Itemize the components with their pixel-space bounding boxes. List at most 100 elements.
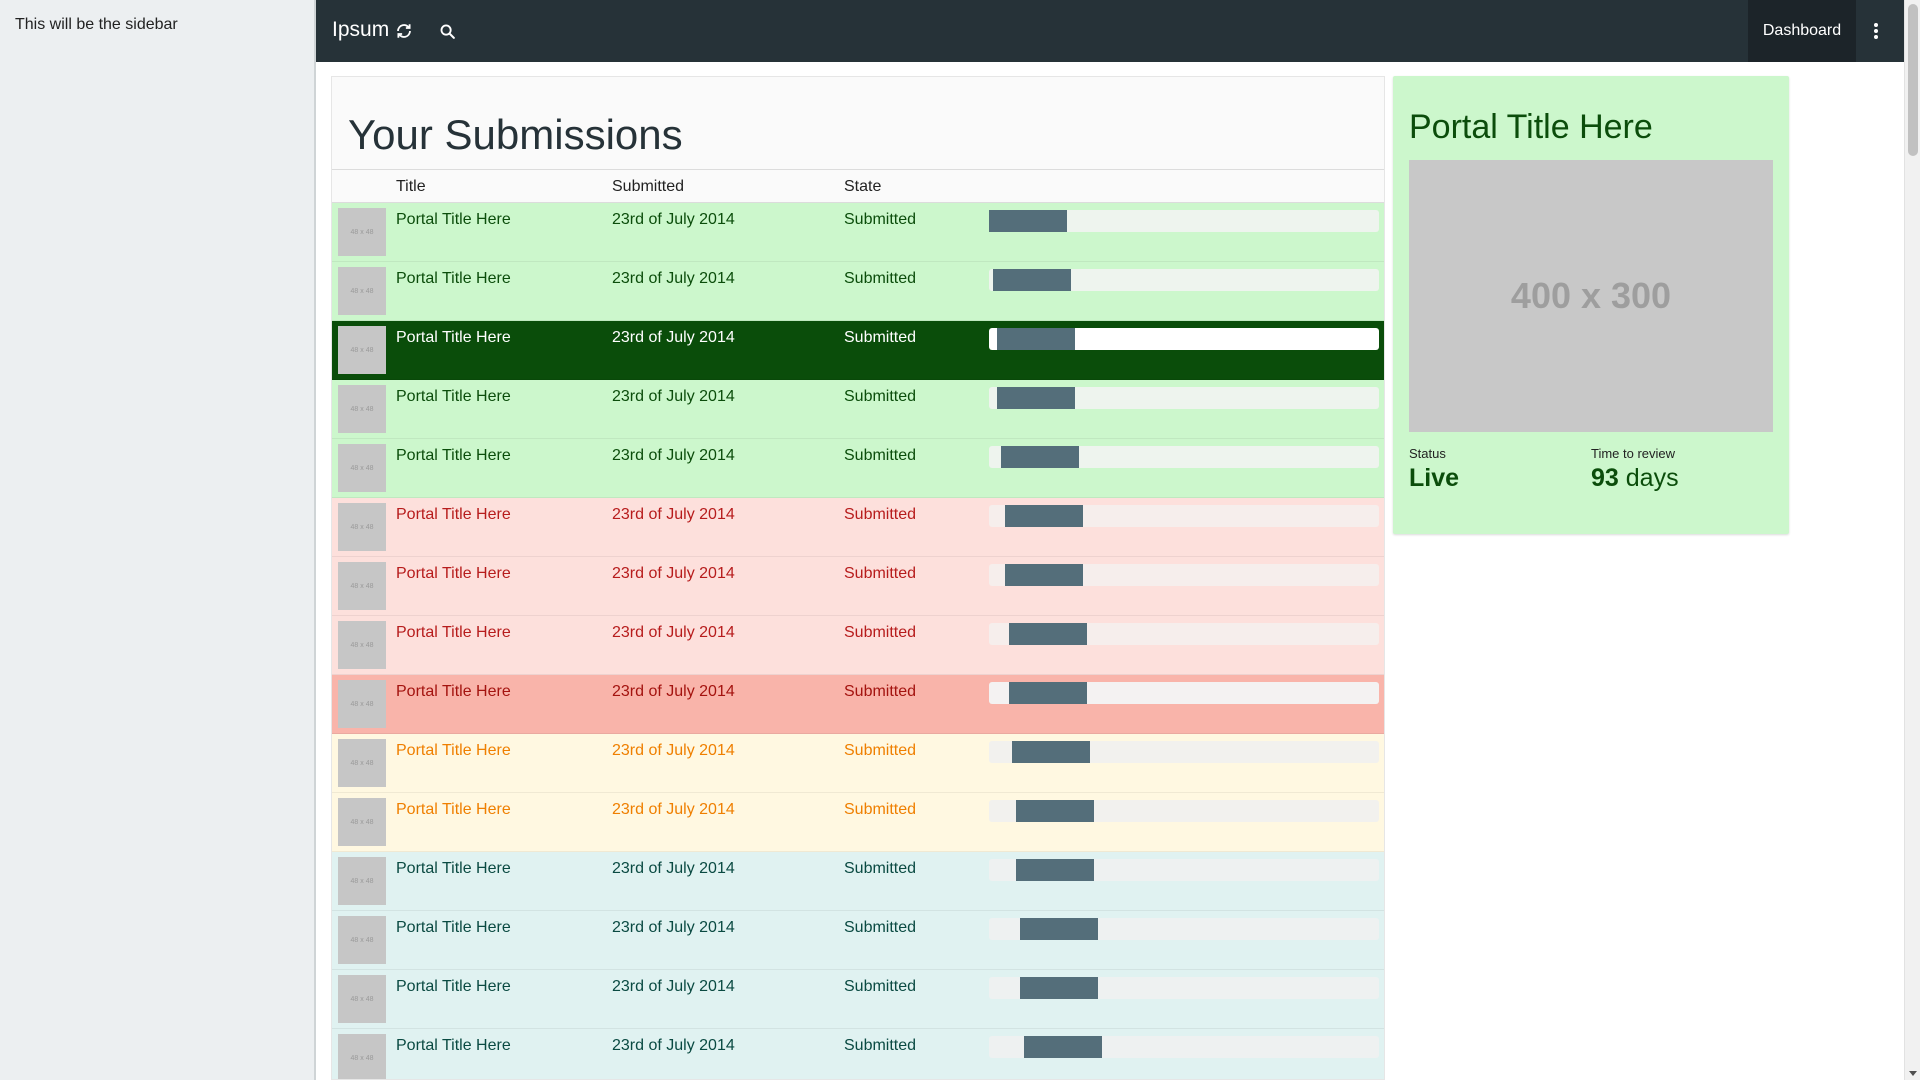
progress-bar-fill xyxy=(1012,741,1090,763)
search-icon[interactable] xyxy=(436,20,458,42)
progress-bar-fill xyxy=(997,387,1075,409)
row-state: Submitted xyxy=(844,270,917,287)
column-header-submitted[interactable]: Submitted xyxy=(612,178,684,196)
row-thumbnail: 48 x 48 xyxy=(338,621,386,669)
progress-bar xyxy=(989,859,1379,881)
row-title[interactable]: Portal Title Here xyxy=(396,742,511,760)
more-vert-icon[interactable] xyxy=(1856,0,1896,62)
table-row[interactable]: 48 x 48 Portal Title Here 23rd of July 201… xyxy=(332,262,1384,321)
scrollbar-thumb[interactable] xyxy=(1908,4,1918,156)
row-title[interactable]: Portal Title Here xyxy=(396,270,511,288)
progress-bar-fill xyxy=(989,210,1067,232)
row-thumbnail: 48 x 48 xyxy=(338,916,386,964)
detail-card: Portal Title Here 400 x 300 Status Live … xyxy=(1393,76,1789,534)
table-row[interactable]: 48 x 48 Portal Title Here 23rd of July 201… xyxy=(332,793,1384,852)
page-scrollbar[interactable] xyxy=(1904,0,1920,1080)
row-state: Submitted xyxy=(844,1037,917,1054)
table-row[interactable]: 48 x 48 Portal Title Here 23rd of July 201… xyxy=(332,498,1384,557)
progress-bar xyxy=(989,918,1379,940)
row-title[interactable]: Portal Title Here xyxy=(396,978,511,996)
row-thumbnail: 48 x 48 xyxy=(338,975,386,1023)
time-to-review-label: Time to review xyxy=(1591,446,1676,461)
row-thumbnail: 48 x 48 xyxy=(338,798,386,846)
row-thumbnail: 48 x 48 xyxy=(338,208,386,256)
dashboard-button[interactable]: Dashboard xyxy=(1748,0,1856,62)
table-row[interactable]: 48 x 48 Portal Title Here 23rd of July 201… xyxy=(332,321,1384,380)
table-header: Title Submitted State xyxy=(332,169,1384,203)
row-thumbnail: 48 x 48 xyxy=(338,385,386,433)
row-state: Submitted xyxy=(844,978,917,995)
table-row[interactable]: 48 x 48 Portal Title Here 23rd of July 201… xyxy=(332,734,1384,793)
row-title[interactable]: Portal Title Here xyxy=(396,329,511,347)
row-thumbnail: 48 x 48 xyxy=(338,267,386,315)
table-row[interactable]: 48 x 48 Portal Title Here 23rd of July 201… xyxy=(332,380,1384,439)
app-brand[interactable]: Ipsum xyxy=(332,18,389,42)
row-title[interactable]: Portal Title Here xyxy=(396,801,511,819)
row-title[interactable]: Portal Title Here xyxy=(396,919,511,937)
row-state: Submitted xyxy=(844,860,917,877)
row-title[interactable]: Portal Title Here xyxy=(396,565,511,583)
review-number: 93 xyxy=(1591,464,1619,492)
status-value: Live xyxy=(1409,464,1459,493)
table-row[interactable]: 48 x 48 Portal Title Here 23rd of July 201… xyxy=(332,1029,1384,1079)
scroll-down-arrow-icon[interactable] xyxy=(1909,1071,1917,1076)
row-thumbnail: 48 x 48 xyxy=(338,1034,386,1079)
table-row[interactable]: 48 x 48 Portal Title Here 23rd of July 201… xyxy=(332,911,1384,970)
progress-bar-fill xyxy=(993,269,1071,291)
row-state: Submitted xyxy=(844,388,917,405)
sidebar: This will be the sidebar xyxy=(0,0,316,1080)
submissions-table-body: 48 x 48 Portal Title Here 23rd of July 201… xyxy=(332,203,1384,1079)
top-app-bar: Ipsum Dashboard xyxy=(316,0,1904,62)
table-row[interactable]: 48 x 48 Portal Title Here 23rd of July 201… xyxy=(332,439,1384,498)
column-header-title[interactable]: Title xyxy=(396,178,426,196)
row-state: Submitted xyxy=(844,919,917,936)
row-title[interactable]: Portal Title Here xyxy=(396,683,511,701)
row-submitted-date: 23rd of July 2014 xyxy=(612,860,735,877)
table-row[interactable]: 48 x 48 Portal Title Here 23rd of July 201… xyxy=(332,970,1384,1029)
table-row[interactable]: 48 x 48 Portal Title Here 23rd of July 201… xyxy=(332,616,1384,675)
progress-bar-fill xyxy=(1024,1036,1102,1058)
progress-bar xyxy=(989,564,1379,586)
table-row[interactable]: 48 x 48 Portal Title Here 23rd of July 201… xyxy=(332,203,1384,262)
card-image-placeholder: 400 x 300 xyxy=(1409,160,1773,432)
row-state: Submitted xyxy=(844,565,917,582)
progress-bar-fill xyxy=(1016,800,1094,822)
progress-bar xyxy=(989,328,1379,350)
row-submitted-date: 23rd of July 2014 xyxy=(612,683,735,700)
row-title[interactable]: Portal Title Here xyxy=(396,388,511,406)
row-submitted-date: 23rd of July 2014 xyxy=(612,388,735,405)
page-title: Your Submissions xyxy=(348,111,683,158)
row-submitted-date: 23rd of July 2014 xyxy=(612,329,735,346)
row-title[interactable]: Portal Title Here xyxy=(396,211,511,229)
row-submitted-date: 23rd of July 2014 xyxy=(612,742,735,759)
row-submitted-date: 23rd of July 2014 xyxy=(612,211,735,228)
row-submitted-date: 23rd of July 2014 xyxy=(612,624,735,641)
table-row[interactable]: 48 x 48 Portal Title Here 23rd of July 201… xyxy=(332,675,1384,734)
refresh-icon[interactable] xyxy=(393,20,415,42)
table-row[interactable]: 48 x 48 Portal Title Here 23rd of July 201… xyxy=(332,557,1384,616)
sidebar-placeholder-text: This will be the sidebar xyxy=(15,16,178,33)
row-thumbnail: 48 x 48 xyxy=(338,562,386,610)
progress-bar xyxy=(989,269,1379,291)
column-header-state[interactable]: State xyxy=(844,178,881,196)
progress-bar-fill xyxy=(1020,977,1098,999)
progress-bar-fill xyxy=(997,328,1075,350)
progress-bar-fill xyxy=(1009,682,1087,704)
row-title[interactable]: Portal Title Here xyxy=(396,1037,511,1055)
card-title: Portal Title Here xyxy=(1409,108,1653,146)
progress-bar-fill xyxy=(1016,859,1094,881)
row-title[interactable]: Portal Title Here xyxy=(396,624,511,642)
progress-bar xyxy=(989,800,1379,822)
row-submitted-date: 23rd of July 2014 xyxy=(612,565,735,582)
progress-bar xyxy=(989,1036,1379,1058)
row-submitted-date: 23rd of July 2014 xyxy=(612,801,735,818)
row-title[interactable]: Portal Title Here xyxy=(396,506,511,524)
row-submitted-date: 23rd of July 2014 xyxy=(612,978,735,995)
progress-bar-fill xyxy=(1005,564,1083,586)
row-thumbnail: 48 x 48 xyxy=(338,857,386,905)
row-title[interactable]: Portal Title Here xyxy=(396,447,511,465)
progress-bar-fill xyxy=(1020,918,1098,940)
row-title[interactable]: Portal Title Here xyxy=(396,860,511,878)
progress-bar xyxy=(989,505,1379,527)
table-row[interactable]: 48 x 48 Portal Title Here 23rd of July 201… xyxy=(332,852,1384,911)
